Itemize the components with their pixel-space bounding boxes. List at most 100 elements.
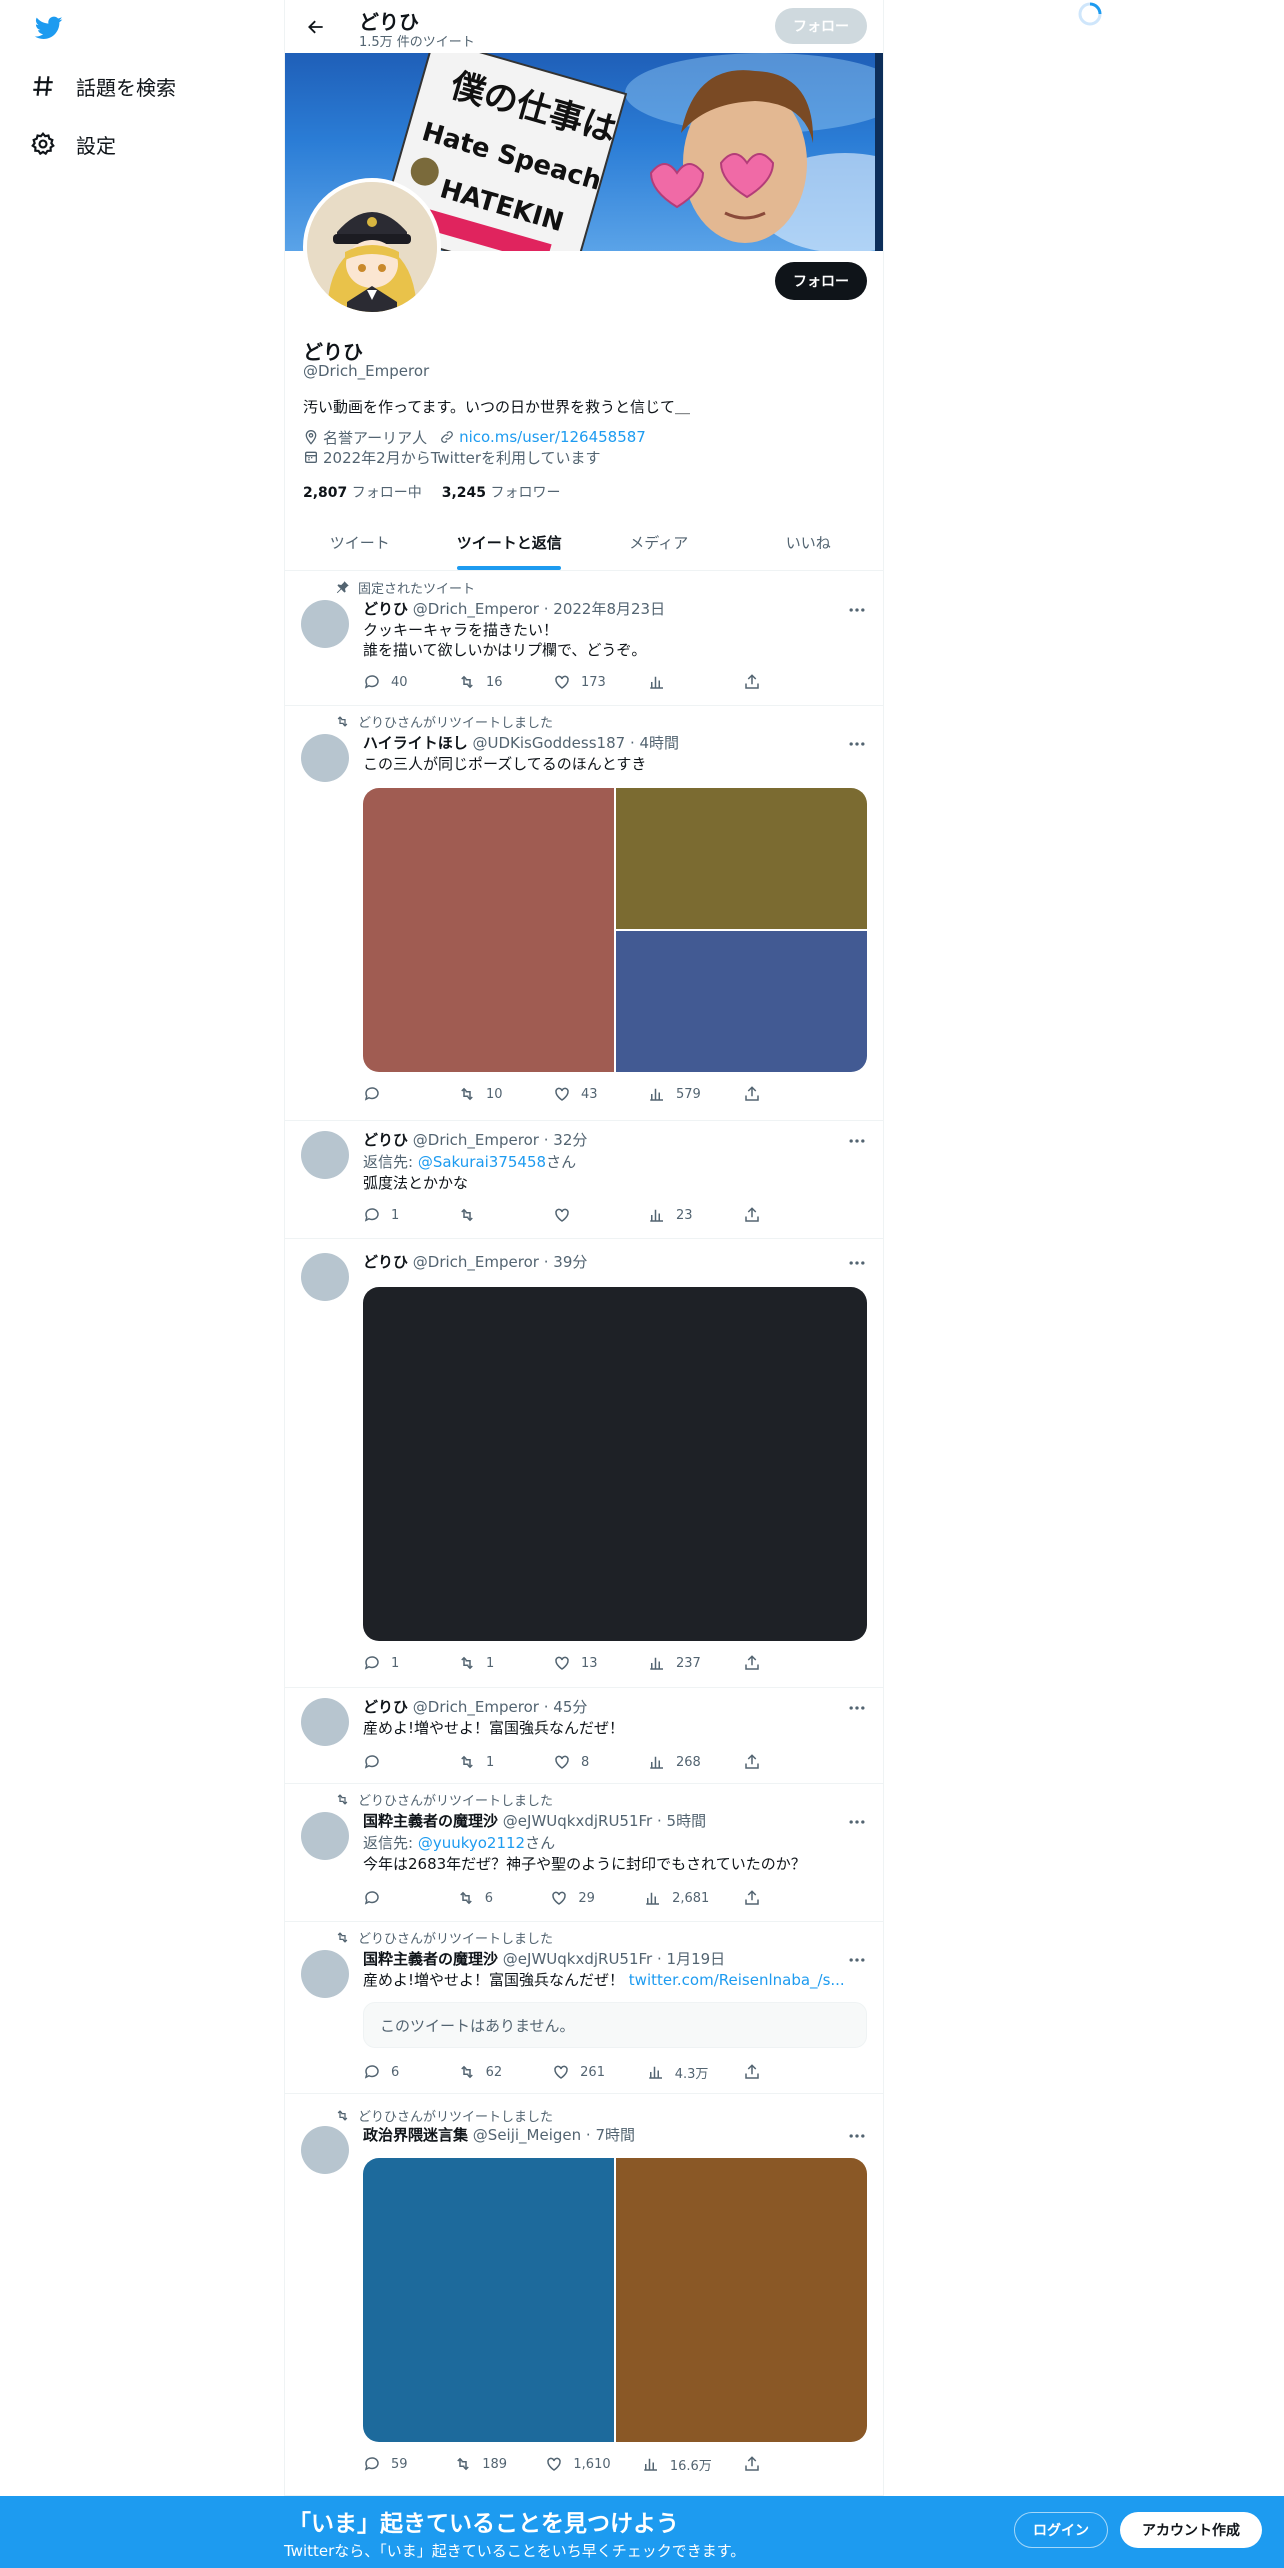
tweet-media[interactable] xyxy=(363,788,867,1072)
like-button[interactable]: 8 xyxy=(553,1753,613,1771)
twitter-logo-icon[interactable] xyxy=(34,14,64,42)
retweet-button[interactable]: 62 xyxy=(458,2063,518,2081)
reply-to-link[interactable]: @Sakurai375458 xyxy=(418,1153,546,1171)
tweet-avatar[interactable] xyxy=(301,734,349,782)
media-image-1[interactable] xyxy=(363,2158,614,2442)
tweet-avatar[interactable] xyxy=(301,2126,349,2174)
tab-tweets[interactable]: ツイート xyxy=(285,515,435,570)
more-icon[interactable] xyxy=(847,2126,867,2146)
media-image-2[interactable] xyxy=(616,788,867,929)
sidebar-item-explore[interactable]: 話題を検索 xyxy=(30,64,176,108)
analytics-icon xyxy=(650,1209,663,1222)
avatar-image xyxy=(307,182,437,312)
like-button[interactable]: 43 xyxy=(553,1085,613,1103)
reply-button[interactable]: 1 xyxy=(363,1654,423,1672)
share-button[interactable] xyxy=(743,1889,803,1907)
more-icon[interactable] xyxy=(847,1698,867,1718)
retweet-button[interactable]: 6 xyxy=(457,1889,517,1907)
header-follow-button[interactable]: フォロー xyxy=(775,8,867,44)
more-icon[interactable] xyxy=(847,1812,867,1832)
profile-avatar[interactable] xyxy=(303,178,441,316)
share-button[interactable] xyxy=(743,1753,803,1771)
views-button[interactable]: 4.3万 xyxy=(647,2063,708,2082)
reply-to-link[interactable]: @yuukyo2112 xyxy=(418,1834,525,1852)
tweet-item[interactable]: 固定されたツイート どりひ @Drich_Emperor · 2022年8月23… xyxy=(285,572,883,706)
calendar-icon xyxy=(305,451,317,463)
share-button[interactable] xyxy=(743,1206,803,1224)
share-button[interactable] xyxy=(743,673,803,691)
share-button[interactable] xyxy=(743,2063,803,2081)
more-icon[interactable] xyxy=(847,1131,867,1151)
views-button[interactable]: 2,681 xyxy=(644,1889,709,1907)
like-button[interactable]: 173 xyxy=(553,673,613,691)
profile-url-link[interactable]: nico.ms/user/126458587 xyxy=(459,428,646,446)
login-button[interactable]: ログイン xyxy=(1014,2512,1108,2548)
reply-button[interactable]: 59 xyxy=(363,2455,423,2473)
like-button[interactable]: 13 xyxy=(553,1654,613,1672)
views-button[interactable]: 579 xyxy=(648,1085,708,1103)
media-image-2[interactable] xyxy=(616,2158,867,2442)
tweet-link[interactable]: twitter.com/Reisenlnaba_/s... xyxy=(629,1971,845,1989)
tab-likes[interactable]: いいね xyxy=(734,515,884,570)
tab-media[interactable]: メディア xyxy=(584,515,734,570)
tweet-item[interactable]: どりひ @Drich_Emperor · 39分 1 1 13 237 xyxy=(285,1239,883,1688)
like-button[interactable]: 29 xyxy=(550,1889,610,1907)
like-button[interactable]: 1,610 xyxy=(545,2455,611,2473)
tweet-avatar[interactable] xyxy=(301,600,349,648)
tweet-item[interactable]: どりひさんがリツイートしました 国粋主義者の魔理沙 @eJWUqkxdjRU51… xyxy=(285,1784,883,1922)
tweet-item[interactable]: どりひ @Drich_Emperor · 45分 産めよ!増やせよ！富国強兵なん… xyxy=(285,1688,883,1784)
more-icon[interactable] xyxy=(847,734,867,754)
tweet-item[interactable]: どりひさんがリツイートしました 政治界隈迷言集 @Seiji_Meigen · … xyxy=(285,2094,883,2496)
retweet-button[interactable]: 10 xyxy=(458,1085,518,1103)
tweet-avatar[interactable] xyxy=(301,1698,349,1746)
views-button[interactable]: 268 xyxy=(648,1753,708,1771)
reply-icon xyxy=(364,1208,379,1222)
views-button[interactable]: 23 xyxy=(648,1206,708,1224)
retweet-button[interactable]: 16 xyxy=(458,673,518,691)
tweet-actions: 1 23 xyxy=(363,1205,803,1225)
tweet-avatar[interactable] xyxy=(301,1253,349,1301)
retweet-button[interactable] xyxy=(458,1206,518,1224)
tweet-media[interactable] xyxy=(363,1287,867,1641)
tweet-avatar[interactable] xyxy=(301,1131,349,1179)
reply-button[interactable] xyxy=(363,1085,423,1103)
media-image-1[interactable] xyxy=(363,788,614,1072)
followers-link[interactable]: 3,245 フォロワー xyxy=(442,482,561,502)
more-icon[interactable] xyxy=(847,1950,867,1970)
sidebar-item-settings[interactable]: 設定 xyxy=(30,122,116,166)
reply-button[interactable]: 40 xyxy=(363,673,423,691)
reply-button[interactable]: 6 xyxy=(363,2063,423,2081)
like-button[interactable]: 261 xyxy=(552,2063,612,2081)
retweet-button[interactable]: 1 xyxy=(458,1654,518,1672)
views-button[interactable]: 16.6万 xyxy=(642,2455,712,2474)
views-button[interactable]: 237 xyxy=(648,1654,708,1672)
reply-button[interactable]: 1 xyxy=(363,1206,423,1224)
tweet-media[interactable] xyxy=(363,2158,867,2442)
share-button[interactable] xyxy=(743,2455,803,2473)
like-button[interactable] xyxy=(553,1206,613,1224)
signup-button[interactable]: アカウント作成 xyxy=(1120,2512,1262,2548)
more-icon[interactable] xyxy=(847,600,867,620)
share-button[interactable] xyxy=(743,1654,803,1672)
tweet-header: 政治界隈迷言集 @Seiji_Meigen · 7時間 xyxy=(363,2126,636,2144)
back-button[interactable] xyxy=(299,10,333,44)
analytics-icon xyxy=(650,1756,663,1769)
following-link[interactable]: 2,807 フォロー中 xyxy=(303,482,422,502)
media-image-3[interactable] xyxy=(616,931,867,1072)
reply-button[interactable] xyxy=(363,1889,423,1907)
reply-button[interactable] xyxy=(363,1753,423,1771)
retweet-button[interactable]: 1 xyxy=(458,1753,518,1771)
more-icon[interactable] xyxy=(847,1253,867,1273)
views-button[interactable] xyxy=(648,673,708,691)
tweet-item[interactable]: どりひさんがリツイートしました ハイライトほし @UDKisGoddess187… xyxy=(285,706,883,1121)
retweet-button[interactable]: 189 xyxy=(454,2455,514,2473)
tweet-item[interactable]: どりひさんがリツイートしました 国粋主義者の魔理沙 @eJWUqkxdjRU51… xyxy=(285,1922,883,2094)
tweet-avatar[interactable] xyxy=(301,1950,349,1998)
follow-button[interactable]: フォロー xyxy=(775,262,867,300)
media-image-1[interactable] xyxy=(363,1287,867,1641)
signup-banner-subtitle: Twitterなら、「いま」起きていることをいち早くチェックできます。 xyxy=(284,2542,746,2560)
tweet-item[interactable]: どりひ @Drich_Emperor · 32分 返信先: @Sakurai37… xyxy=(285,1121,883,1239)
share-button[interactable] xyxy=(743,1085,803,1103)
tweet-avatar[interactable] xyxy=(301,1812,349,1860)
tab-tweets-and-replies[interactable]: ツイートと返信 xyxy=(435,515,585,570)
